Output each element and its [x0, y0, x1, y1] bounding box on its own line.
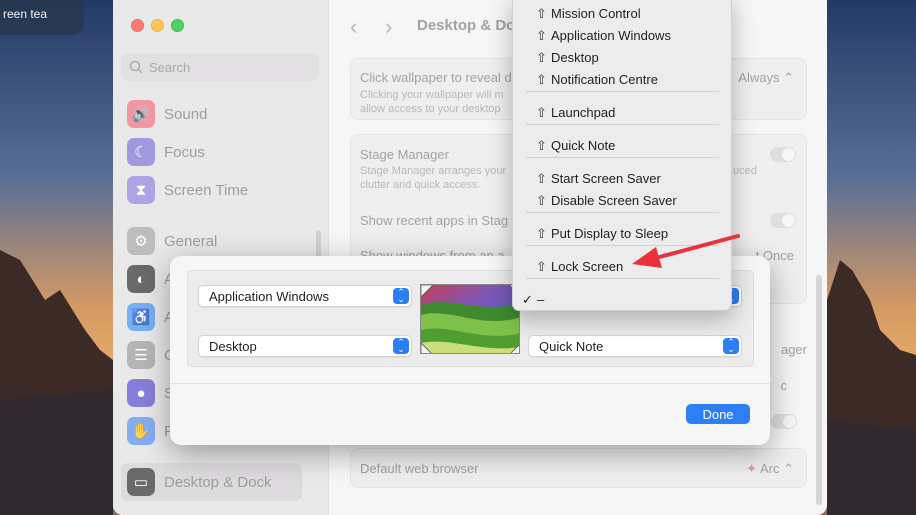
note-widget-text: reen tea — [3, 7, 48, 21]
menu-item-label: Desktop — [551, 50, 599, 65]
menu-item-launchpad[interactable]: ⇧ Launchpad — [513, 102, 733, 124]
shift-icon: ⇧ — [536, 226, 547, 241]
updown-chevron-icon: ⌃⌄ — [393, 288, 409, 304]
shift-icon: ⇧ — [536, 138, 547, 153]
desktop-preview-thumbnail — [420, 284, 520, 354]
updown-chevron-icon: ⌃⌄ — [393, 338, 409, 354]
menu-item-quick-note[interactable]: ⇧ Quick Note — [513, 135, 733, 157]
shift-icon: ⇧ — [536, 28, 547, 43]
menu-item-mission-control[interactable]: ⇧ Mission Control — [513, 3, 733, 25]
menu-item-label: Lock Screen — [551, 259, 624, 274]
menu-item-desktop[interactable]: ⇧ Desktop — [513, 47, 733, 69]
shift-icon: ⇧ — [536, 193, 547, 208]
menu-item-label: Notification Centre — [551, 72, 658, 87]
wallpaper-preview-image — [421, 285, 519, 353]
menu-separator — [526, 245, 719, 246]
menu-separator — [526, 212, 719, 213]
menu-item-label: Mission Control — [551, 6, 641, 21]
menu-item-lock-screen[interactable]: ⇧ Lock Screen — [513, 256, 733, 278]
shift-icon: ⇧ — [536, 72, 547, 87]
shift-icon: ⇧ — [536, 105, 547, 120]
menu-item-label: Launchpad — [551, 105, 616, 120]
menu-separator — [526, 157, 719, 158]
bottom-left-corner-value: Desktop — [209, 338, 257, 354]
menu-item-put-display-to-sleep[interactable]: ⇧ Put Display to Sleep — [513, 223, 733, 245]
shift-icon: ⇧ — [536, 6, 547, 21]
menu-item-start-screen-saver[interactable]: ⇧ Start Screen Saver — [513, 168, 733, 190]
shift-icon: ⇧ — [536, 171, 547, 186]
checkmark-icon: ✓ — [522, 292, 533, 307]
menu-item-label: Disable Screen Saver — [551, 193, 677, 208]
hot-corner-action-menu: ⇧ Mission Control ⇧ Application Windows … — [512, 0, 732, 311]
shift-icon: ⇧ — [536, 259, 547, 274]
menu-item-label: Application Windows — [551, 28, 671, 43]
menu-item-application-windows[interactable]: ⇧ Application Windows — [513, 25, 733, 47]
bottom-left-corner-select[interactable]: Desktop ⌃ ⌄ — [198, 335, 412, 357]
dialog-divider — [170, 383, 770, 384]
bottom-right-corner-select[interactable]: Quick Note ⌃ ⌄ — [528, 335, 742, 357]
menu-item-none[interactable]: ✓ – — [513, 289, 733, 311]
menu-item-label: Put Display to Sleep — [551, 226, 669, 241]
menu-separator — [526, 124, 719, 125]
menu-separator — [526, 278, 719, 279]
menu-separator — [526, 91, 719, 92]
bottom-right-corner-value: Quick Note — [539, 338, 604, 354]
note-widget[interactable]: reen tea — [0, 0, 84, 35]
menu-item-notification-centre[interactable]: ⇧ Notification Centre — [513, 69, 733, 91]
top-left-corner-select[interactable]: Application Windows ⌃ ⌄ — [198, 285, 412, 307]
done-button[interactable]: Done — [686, 404, 750, 424]
menu-item-label: – — [537, 292, 545, 307]
menu-item-disable-screen-saver[interactable]: ⇧ Disable Screen Saver — [513, 190, 733, 212]
menu-item-label: Start Screen Saver — [551, 171, 661, 186]
updown-chevron-icon: ⌃⌄ — [723, 338, 739, 354]
shift-icon: ⇧ — [536, 50, 547, 65]
top-left-corner-value: Application Windows — [209, 288, 329, 304]
menu-item-label: Quick Note — [551, 138, 616, 153]
